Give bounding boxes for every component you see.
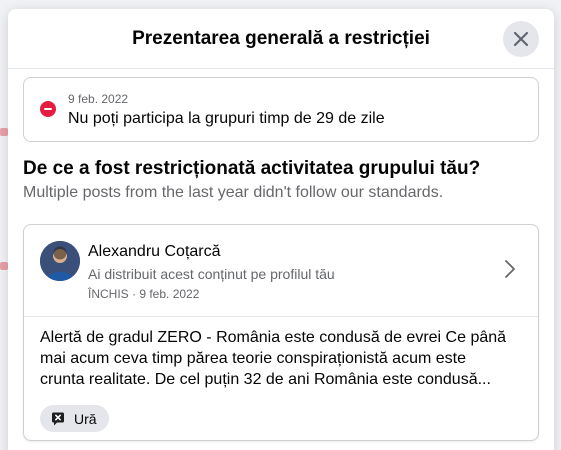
avatar — [40, 241, 80, 281]
post-meta: ÎNCHIS · 9 feb. 2022 — [88, 287, 200, 301]
post-body-line: crunta realitate. De cel puțin 32 de ani… — [40, 371, 491, 388]
post-header[interactable]: Alexandru Coțarcă Ai distribuit acest co… — [24, 225, 538, 317]
post-card: Alexandru Coțarcă Ai distribuit acest co… — [23, 224, 539, 441]
stop-icon — [40, 101, 56, 117]
background-hint — [0, 128, 8, 136]
background-hint — [0, 262, 8, 270]
post-body: Alertă de gradul ZERO - România este con… — [40, 327, 526, 390]
post-shared-text: Ai distribuit acest conținut pe profilul… — [88, 266, 335, 282]
post-body-line: mai acum ceva timp părea teorie conspira… — [40, 350, 466, 367]
close-button[interactable] — [503, 21, 539, 57]
post-body-line: Alertă de gradul ZERO - România este con… — [40, 329, 507, 346]
chevron-right-icon — [505, 260, 515, 278]
dialog-title: Prezentarea generală a restricției — [132, 28, 430, 49]
violation-tag-label: Ură — [74, 410, 97, 427]
restriction-card: 9 feb. 2022 Nu poți participa la grupuri… — [23, 77, 539, 142]
violation-tag: Ură — [40, 405, 109, 432]
close-icon — [513, 31, 529, 47]
restriction-overview-dialog: Prezentarea generală a restricției 9 feb… — [8, 9, 554, 450]
post-author: Alexandru Coțarcă — [88, 243, 221, 260]
why-heading: De ce a fost restricționată activitatea … — [23, 158, 481, 179]
dialog-header: Prezentarea generală a restricției — [8, 9, 554, 69]
restriction-date: 9 feb. 2022 — [68, 92, 129, 106]
why-subtitle: Multiple posts from the last year didn't… — [23, 184, 444, 201]
hate-speech-icon — [52, 412, 64, 425]
restriction-text: Nu poți participa la grupuri timp de 29 … — [68, 110, 385, 127]
